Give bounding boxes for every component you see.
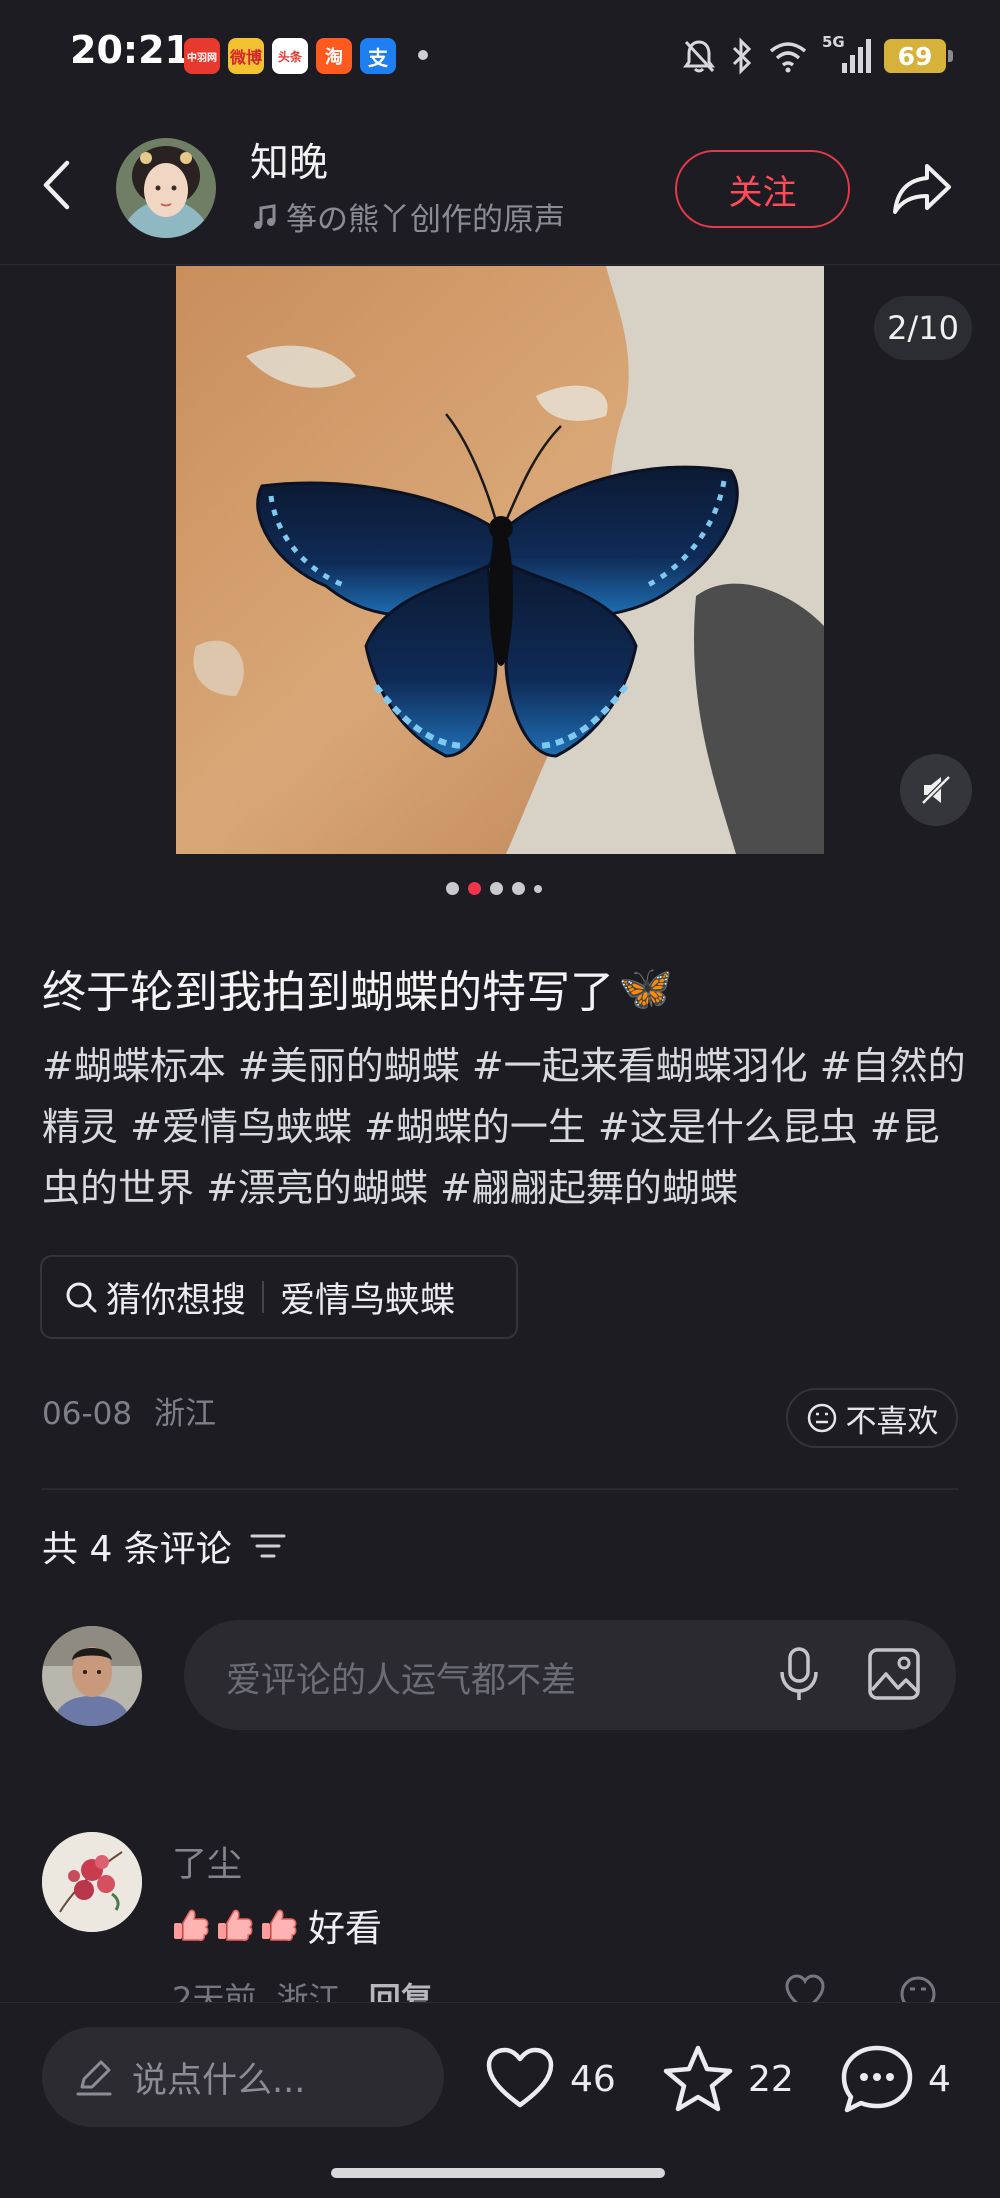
post-header: 知晚 筝の熊丫创作的原声 关注 bbox=[0, 110, 1000, 265]
taobao-app-icon: 淘 bbox=[316, 38, 352, 74]
neutral-face-icon bbox=[807, 1403, 836, 1433]
dislike-label: 不喜欢 bbox=[845, 1403, 939, 1440]
post-meta: 06-08 浙江 bbox=[42, 1388, 216, 1433]
quick-comment-input[interactable]: 说点什么... bbox=[42, 2027, 444, 2127]
author-avatar[interactable] bbox=[116, 138, 216, 238]
music-label: 筝の熊丫创作的原声 bbox=[286, 202, 565, 238]
sort-filter-icon[interactable] bbox=[250, 1531, 286, 1561]
notification-dot-icon bbox=[418, 50, 428, 60]
comment-body: 好看 bbox=[308, 1907, 382, 1950]
carousel-dot[interactable] bbox=[534, 884, 542, 893]
mute-bell-icon bbox=[683, 40, 715, 73]
carousel-dot[interactable] bbox=[446, 882, 459, 895]
bluetooth-icon bbox=[732, 37, 752, 75]
comments-header: 共 4 条评论 bbox=[42, 1520, 286, 1572]
butterfly-photo bbox=[176, 266, 824, 854]
quick-comment-placeholder: 说点什么... bbox=[132, 2060, 306, 2101]
dislike-button[interactable]: 不喜欢 bbox=[786, 1388, 958, 1448]
collect-count: 22 bbox=[748, 2058, 794, 2100]
microphone-icon bbox=[780, 1647, 818, 1700]
comment-meta: 2天前 浙江 回复 bbox=[172, 1974, 433, 2002]
cellular-signal-icon: 5G bbox=[822, 33, 871, 75]
alipay-app-icon: 支 bbox=[360, 38, 396, 74]
post-title-text: 终于轮到我拍到蝴蝶的特写了 bbox=[42, 967, 614, 1018]
carousel-dot[interactable] bbox=[512, 882, 525, 895]
battery-indicator: 69 bbox=[884, 39, 953, 73]
post-hashtags[interactable]: #蝴蝶标本 #美丽的蝴蝶 #一起来看蝴蝶羽化 #自然的精灵 #爱情鸟蛱蝶 #蝴蝶… bbox=[42, 1036, 967, 1219]
carousel-dot-active[interactable] bbox=[468, 882, 481, 895]
comments-button[interactable]: 4 bbox=[840, 2039, 951, 2119]
post-location: 浙江 bbox=[153, 1396, 216, 1432]
comment-time: 2天前 bbox=[172, 1980, 257, 2002]
post-date: 06-08 bbox=[42, 1396, 133, 1432]
carousel-dot[interactable] bbox=[490, 882, 503, 895]
heart-icon bbox=[486, 2047, 554, 2108]
status-right: 5G 69 bbox=[682, 33, 953, 78]
thumbs-up-emoji-icon bbox=[174, 1909, 297, 1941]
original-sound-link[interactable]: 筝の熊丫创作的原声 bbox=[252, 194, 565, 239]
commenter-avatar[interactable] bbox=[42, 1832, 142, 1932]
search-suggestion[interactable]: 猜你想搜 爱情鸟蛱蝶 bbox=[40, 1255, 518, 1339]
network-type: 5G bbox=[822, 33, 845, 51]
comments-count: 共 4 条评论 bbox=[42, 1529, 232, 1570]
search-icon bbox=[66, 1282, 97, 1313]
follow-button[interactable]: 关注 bbox=[675, 150, 850, 228]
toutiao-app-icon: 头条 bbox=[272, 38, 308, 74]
comment-text: 好看 bbox=[172, 1898, 382, 1952]
commenter-name[interactable]: 了尘 bbox=[172, 1836, 242, 1887]
post-title: 终于轮到我拍到蝴蝶的特写了 🦋 bbox=[42, 956, 673, 1020]
comment-input[interactable]: 爱评论的人运气都不差 bbox=[184, 1620, 956, 1730]
speaker-muted-icon bbox=[921, 775, 951, 805]
music-note-icon bbox=[254, 203, 276, 229]
suggest-label: 猜你想搜 bbox=[106, 1280, 247, 1321]
separator bbox=[262, 1281, 265, 1313]
wifi-icon bbox=[769, 42, 807, 73]
page-counter: 2/10 bbox=[874, 296, 972, 360]
share-arrow-icon bbox=[893, 164, 951, 214]
comment-location: 浙江 bbox=[276, 1980, 341, 2002]
weibo-app-icon: 微博 bbox=[228, 38, 264, 74]
status-bar: 20:21 中羽网 微博 头条 淘 支 5G 69 bbox=[0, 0, 1000, 110]
reply-button[interactable]: 回复 bbox=[369, 1980, 433, 2002]
carousel-dots bbox=[446, 882, 542, 895]
voice-input-button[interactable] bbox=[776, 1646, 822, 1708]
comment-dislike-icon[interactable] bbox=[898, 1974, 938, 2002]
chat-bubble-icon bbox=[841, 2045, 913, 2113]
post-image[interactable] bbox=[176, 266, 824, 854]
my-avatar[interactable] bbox=[42, 1626, 142, 1726]
star-icon bbox=[663, 2045, 733, 2112]
like-button[interactable]: 46 bbox=[484, 2039, 616, 2119]
image-input-button[interactable] bbox=[866, 1646, 922, 1706]
divider bbox=[42, 1488, 958, 1490]
like-count: 46 bbox=[570, 2058, 616, 2100]
pencil-icon bbox=[76, 2060, 112, 2096]
comment-meta-row: 2天前 浙江 回复 bbox=[0, 1966, 1000, 2002]
share-button[interactable] bbox=[884, 150, 960, 226]
image-icon bbox=[868, 1648, 920, 1700]
butterfly-emoji: 🦋 bbox=[618, 963, 673, 1014]
comment-like-icon[interactable] bbox=[784, 1974, 826, 2002]
zhongyu-app-icon: 中羽网 bbox=[184, 38, 220, 74]
comment-count: 4 bbox=[928, 2058, 951, 2100]
chevron-left-icon bbox=[43, 160, 70, 210]
status-time: 20:21 bbox=[70, 28, 191, 72]
back-button[interactable] bbox=[34, 155, 78, 215]
suggest-query: 爱情鸟蛱蝶 bbox=[280, 1280, 456, 1321]
comment-placeholder: 爱评论的人运气都不差 bbox=[226, 1661, 577, 1701]
author-name[interactable]: 知晚 bbox=[250, 132, 328, 188]
collect-button[interactable]: 22 bbox=[662, 2039, 794, 2119]
mute-button[interactable] bbox=[900, 754, 972, 826]
home-indicator[interactable] bbox=[331, 2168, 665, 2178]
